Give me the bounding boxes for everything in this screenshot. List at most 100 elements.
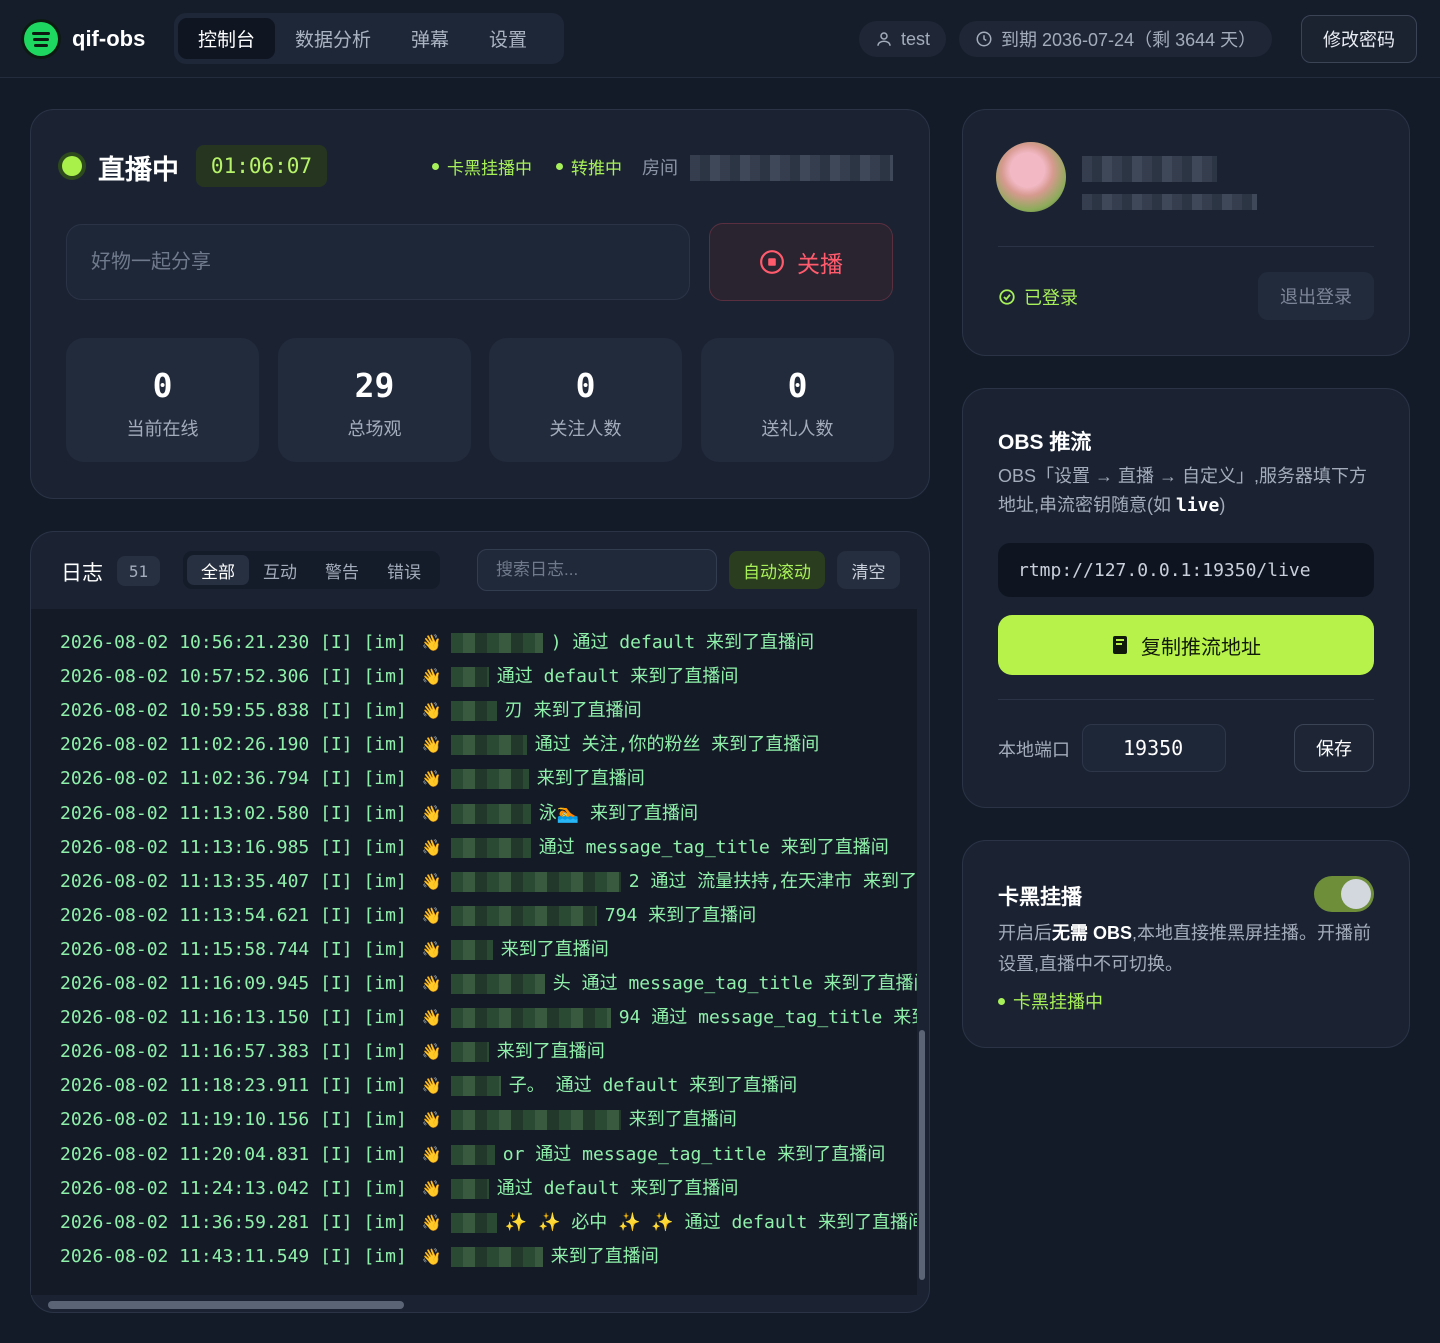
account-name-redacted <box>1082 156 1217 182</box>
login-status: 已登录 <box>998 284 1078 310</box>
nickname-redacted <box>450 735 527 756</box>
logout-button[interactable]: 退出登录 <box>1258 272 1374 320</box>
port-label: 本地端口 <box>998 740 1070 760</box>
rtmp-url[interactable]: rtmp://127.0.0.1:19350/live <box>998 543 1374 597</box>
stat-value: 0 <box>787 366 808 405</box>
wave-icon: 👋 <box>421 1042 442 1062</box>
nickname-redacted <box>450 1246 543 1267</box>
tab-console[interactable]: 控制台 <box>178 18 276 59</box>
log-message: 泳🏊 来到了直播间 <box>538 802 699 824</box>
tab-analytics[interactable]: 数据分析 <box>275 18 391 59</box>
wave-icon: 👋 <box>421 871 442 891</box>
log-timestamp: 2026-08-02 11:13:35.407 <box>60 870 310 892</box>
log-scrollbar-vertical[interactable] <box>917 612 927 1292</box>
copy-rtmp-label: 复制推流地址 <box>1141 636 1261 659</box>
divider <box>998 246 1374 247</box>
log-timestamp: 2026-08-02 11:19:10.156 <box>60 1109 310 1131</box>
top-bar: qif-obs 控制台 数据分析 弹幕 设置 test 到期 2036-07-2… <box>0 0 1440 78</box>
change-password-button[interactable]: 修改密码 <box>1301 15 1417 63</box>
log-message: 来到了直播间 <box>500 938 609 960</box>
nickname-redacted <box>450 633 543 653</box>
log-line: 2026-08-02 11:24:13.042 [I] [im] 👋 通过 defa… <box>60 1172 738 1206</box>
live-title-input[interactable] <box>66 224 690 300</box>
log-line: 2026-08-02 11:02:26.190 [I] [im] 👋 通过 关注,你… <box>60 728 819 762</box>
auto-scroll-button[interactable]: 自动滚动 <box>729 551 825 589</box>
log-tag: [I] [im] <box>320 1109 407 1131</box>
tab-danmaku[interactable]: 弹幕 <box>391 18 469 59</box>
clipboard-icon <box>1113 636 1127 654</box>
wave-icon: 👋 <box>421 1212 442 1232</box>
nickname-redacted <box>450 1212 497 1233</box>
nickname-redacted <box>450 667 489 688</box>
wave-icon: 👋 <box>421 1144 442 1164</box>
copy-rtmp-button[interactable]: 复制推流地址 <box>998 615 1374 675</box>
log-tag: [I] [im] <box>320 938 407 960</box>
stop-live-label: 关播 <box>797 251 843 277</box>
log-timestamp: 2026-08-02 11:16:13.150 <box>60 1007 310 1029</box>
user-pill: test <box>859 21 947 57</box>
stat-value: 29 <box>354 366 395 405</box>
log-tab-all[interactable]: 全部 <box>187 555 249 585</box>
check-circle-icon <box>999 289 1015 305</box>
app-name: qif-obs <box>72 26 146 51</box>
stat-online: 0 当前在线 <box>66 338 259 462</box>
nickname-redacted <box>450 1178 489 1199</box>
blackscreen-status: 卡黑挂播中 <box>998 988 1103 1014</box>
nickname-redacted <box>450 1042 489 1063</box>
log-tag: [I] [im] <box>320 1211 407 1233</box>
nickname-redacted <box>450 1144 495 1165</box>
nickname-redacted <box>450 974 545 994</box>
stat-label: 总场观 <box>347 419 402 439</box>
log-tab-error[interactable]: 错误 <box>373 555 435 585</box>
username: test <box>901 28 931 49</box>
clear-log-button[interactable]: 清空 <box>837 551 900 589</box>
log-tab-interaction[interactable]: 互动 <box>249 555 311 585</box>
nickname-redacted <box>450 871 621 892</box>
stat-gifters: 0 送礼人数 <box>701 338 894 462</box>
stream-key-example: live <box>1176 495 1220 516</box>
log-count-badge: 51 <box>117 556 160 586</box>
stat-followers: 0 关注人数 <box>489 338 682 462</box>
log-tag: [I] [im] <box>320 734 407 756</box>
obs-description: OBS「设置 → 直播 → 自定义」,服务器填下方地址,串流密钥随意(如 liv… <box>998 466 1368 516</box>
main-nav: 控制台 数据分析 弹幕 设置 <box>174 13 564 64</box>
avatar <box>996 142 1066 212</box>
user-icon <box>877 32 891 46</box>
nickname-redacted <box>450 803 531 824</box>
log-message: 来到了直播间 <box>496 1041 605 1063</box>
log-line: 2026-08-02 11:02:36.794 [I] [im] 👋 来到了直播间 <box>60 762 645 796</box>
log-line: 2026-08-02 10:57:52.306 [I] [im] 👋 通过 defa… <box>60 660 738 694</box>
log-timestamp: 2026-08-02 10:57:52.306 <box>60 666 310 688</box>
tab-settings[interactable]: 设置 <box>469 18 547 59</box>
nickname-redacted <box>450 1110 621 1131</box>
log-line: 2026-08-02 10:59:55.838 [I] [im] 👋 刃 来到了直播… <box>60 694 642 728</box>
log-timestamp: 2026-08-02 11:02:26.190 <box>60 734 310 756</box>
login-status-label: 已登录 <box>1024 288 1078 308</box>
log-timestamp: 2026-08-02 11:13:54.621 <box>60 904 310 926</box>
stop-live-button[interactable]: 关播 <box>709 223 893 301</box>
log-timestamp: 2026-08-02 10:56:21.230 <box>60 632 310 653</box>
logo[interactable]: qif-obs <box>24 22 145 56</box>
log-list[interactable]: 2026-08-02 10:56:21.230 [I] [im] 👋 ​) 通过 d… <box>31 609 917 1295</box>
blackscreen-toggle[interactable] <box>1314 876 1374 912</box>
log-message: 通过 message_tag_title 来到了直播间 <box>538 836 889 858</box>
log-message: ​) 通过 default 来到了直播间 <box>550 632 815 653</box>
status-badge-relay: 转推中 <box>556 154 622 179</box>
log-scrollbar-horizontal[interactable] <box>48 1301 404 1309</box>
log-message: 94 通过 message_tag_title 来到了直播间 <box>618 1007 917 1029</box>
log-tab-warning[interactable]: 警告 <box>311 555 373 585</box>
wave-icon: 👋 <box>421 633 442 652</box>
log-tag: [I] [im] <box>320 700 407 722</box>
log-tag: [I] [im] <box>320 836 407 858</box>
save-port-button[interactable]: 保存 <box>1294 724 1374 772</box>
log-line: 2026-08-02 11:20:04.831 [I] [im] 👋 or 通过 m… <box>60 1138 885 1172</box>
log-message: 头 通过 message_tag_title 来到了直播间 <box>552 973 917 994</box>
log-message: 子。 通过 default 来到了直播间 <box>508 1075 798 1097</box>
log-search-input[interactable] <box>477 549 717 591</box>
wave-icon: 👋 <box>421 803 442 823</box>
port-input[interactable] <box>1082 724 1226 772</box>
log-message: 通过 关注,你的粉丝 来到了直播间 <box>534 734 820 756</box>
log-timestamp: 2026-08-02 11:13:16.985 <box>60 836 310 858</box>
obs-title: OBS 推流 <box>998 431 1092 454</box>
log-timestamp: 2026-08-02 11:02:36.794 <box>60 768 310 790</box>
